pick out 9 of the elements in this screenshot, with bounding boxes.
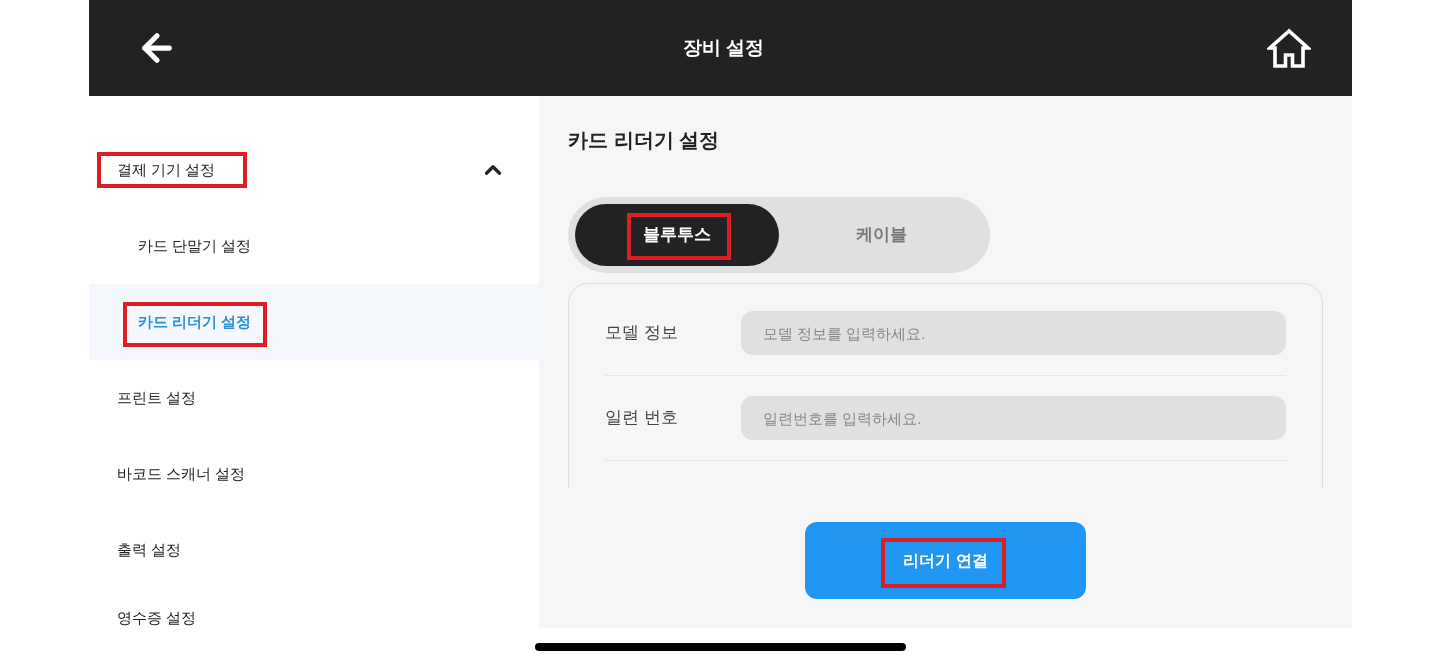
page-title: 장비 설정 — [682, 35, 765, 60]
text-input-field[interactable]: 모델 정보를 입력하세요. — [741, 311, 1286, 355]
field-label: 모델 정보 — [605, 322, 679, 345]
home-button[interactable] — [1267, 27, 1311, 69]
text-input-field[interactable]: 일련번호를 입력하세요. — [741, 396, 1286, 440]
section-title: 카드 리더기 설정 — [568, 128, 720, 153]
field-label: 일련 번호 — [605, 407, 679, 430]
home-icon — [1267, 27, 1311, 69]
connection-tab[interactable]: 블루투스 — [575, 204, 779, 266]
